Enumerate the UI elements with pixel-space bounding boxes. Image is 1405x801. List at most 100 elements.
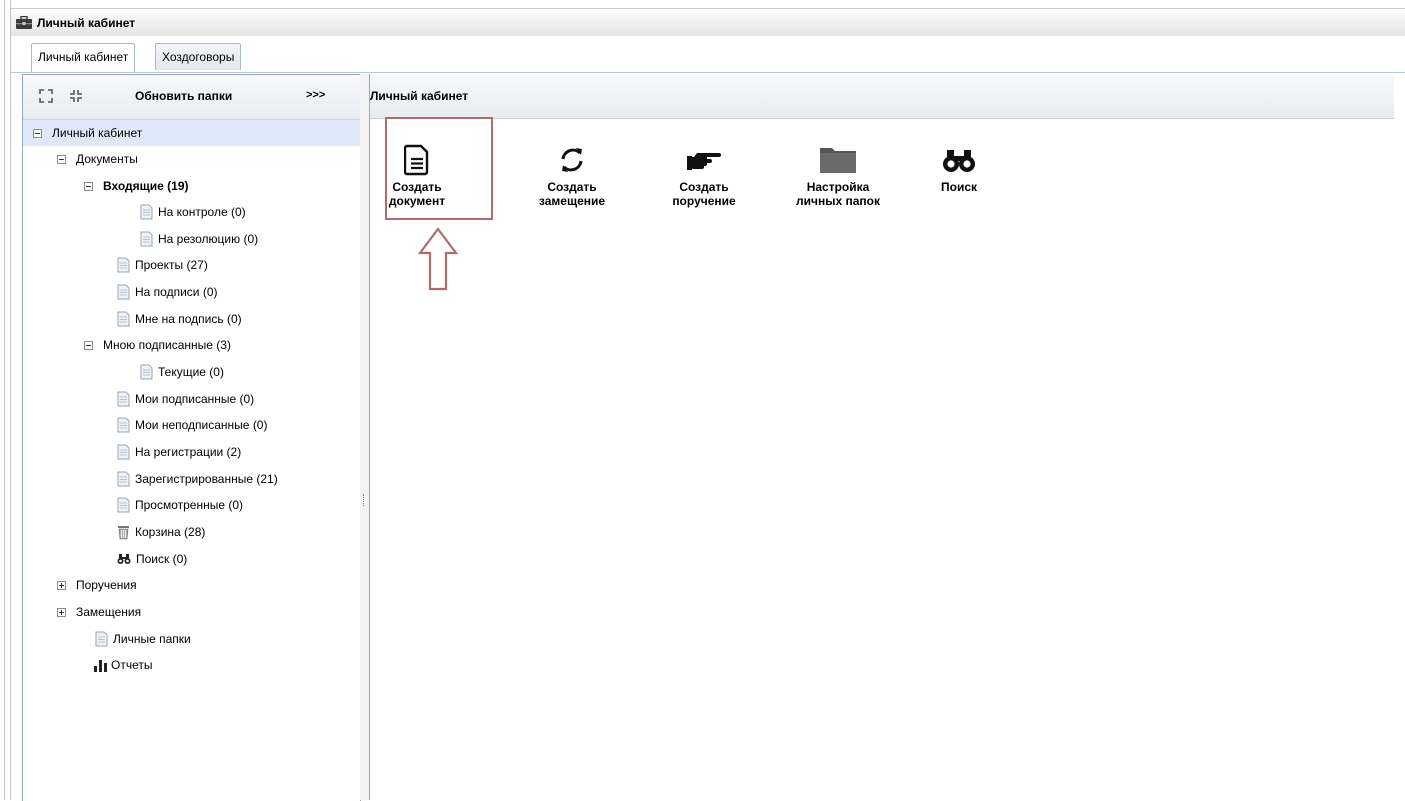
refresh-folders-button[interactable]: Обновить папки (135, 89, 232, 103)
action-label-line2: документ (388, 194, 446, 208)
tree-node-documents[interactable]: Документы (57, 148, 138, 170)
tree-label: На резолюцию (0) (158, 232, 259, 246)
tree-label: Мною подписанные (3) (103, 338, 231, 352)
action-label-line2: поручение (672, 194, 736, 208)
tree-node-trash[interactable]: Корзина (28) (117, 521, 205, 543)
splitter-grip[interactable] (363, 494, 367, 506)
tree-label: Проекты (27) (135, 258, 208, 272)
trash-icon (118, 526, 129, 540)
tree-label: Мне на подпись (0) (135, 312, 242, 326)
refresh-icon (561, 148, 583, 172)
tree-node-assignments[interactable]: Поручения (57, 574, 137, 596)
tree-label: Входящие (19) (103, 179, 189, 193)
expand-toggle-icon[interactable] (57, 580, 66, 590)
search-button[interactable]: Поиск (934, 144, 984, 194)
document-icon (117, 311, 130, 327)
tree-label: На регистрации (2) (135, 445, 242, 459)
document-icon (117, 497, 130, 513)
action-label-line1: Создать (392, 180, 442, 194)
tree-node-for-my-signature[interactable]: Мне на подпись (0) (117, 308, 242, 330)
main-header: Личный кабинет (370, 74, 1394, 119)
action-label-line2: личных папок (796, 194, 880, 208)
tree-label: Документы (76, 152, 138, 166)
document-icon (95, 631, 108, 647)
tree-node-signed-by-me[interactable]: Мною подписанные (3) (84, 334, 231, 356)
tree-node-reports[interactable]: Отчеты (93, 654, 152, 676)
document-icon (140, 364, 153, 380)
document-icon (117, 417, 130, 433)
tree-label: Зарегистрированные (21) (135, 472, 278, 486)
expand-toggle-icon[interactable] (57, 607, 66, 617)
up-arrow-icon (418, 227, 458, 291)
expand-all-icon[interactable] (39, 89, 53, 103)
action-label: Поиск (940, 180, 977, 194)
bar-chart-icon (94, 660, 107, 672)
tree-label: Замещения (76, 605, 142, 619)
folders-toolbar: Обновить папки >>> (23, 75, 360, 120)
left-edge (0, 0, 11, 800)
tree-label: На подписи (0) (135, 285, 218, 299)
tree-node-on-signing[interactable]: На подписи (0) (117, 281, 218, 303)
collapse-all-icon[interactable] (69, 89, 83, 103)
tree-node-on-registration[interactable]: На регистрации (2) (117, 441, 241, 463)
main-title: Личный кабинет (370, 89, 469, 103)
tab-personal-cabinet[interactable]: Личный кабинет (31, 43, 136, 72)
briefcase-icon (16, 15, 32, 29)
document-icon (117, 257, 130, 273)
document-icon (117, 444, 130, 460)
tree-label: Личный кабинет (52, 126, 143, 140)
collapse-toggle-icon[interactable] (84, 340, 93, 350)
tree-label: Личные папки (113, 632, 191, 646)
document-icon (404, 144, 429, 176)
tree-node-personal-folders[interactable]: Личные папки (95, 628, 191, 650)
tree-label: Поиск (0) (136, 552, 188, 566)
document-icon (140, 204, 153, 220)
pointing-hand-icon (687, 153, 721, 170)
action-label-line1: Создать (547, 180, 597, 194)
tree-node-projects[interactable]: Проекты (27) (117, 254, 208, 276)
tree-label: Мои неподписанные (0) (135, 418, 268, 432)
tree-node-search[interactable]: Поиск (0) (117, 548, 187, 570)
action-label-line1: Создать (679, 180, 729, 194)
window-titlebar: Личный кабинет (11, 8, 1405, 37)
tree-label: Текущие (0) (158, 365, 224, 379)
binoculars-icon (943, 150, 975, 172)
tree-label: Поручения (76, 578, 137, 592)
action-label-line1: Настройка (806, 180, 870, 194)
binoculars-icon (117, 554, 131, 564)
action-label-line2: замещение (538, 194, 606, 208)
panel-splitter[interactable] (360, 74, 370, 800)
tree-node-my-unsigned[interactable]: Мои неподписанные (0) (117, 414, 267, 436)
expand-panel-button[interactable]: >>> (306, 89, 325, 101)
tree-node-on-control[interactable]: На контроле (0) (140, 201, 246, 223)
create-document-button[interactable]: Создать документ (382, 144, 452, 208)
document-icon (117, 391, 130, 407)
main-panel: Личный кабинет Создать документ Создать … (370, 74, 1394, 800)
create-substitution-button[interactable]: Создать замещение (534, 144, 610, 208)
create-assignment-button[interactable]: Создать поручение (666, 144, 742, 208)
tree-node-substitutions[interactable]: Замещения (57, 601, 141, 623)
folder-icon (820, 148, 856, 173)
collapse-toggle-icon[interactable] (84, 181, 93, 191)
tree-label: Мои подписанные (0) (135, 392, 255, 406)
tree-label: Корзина (28) (135, 525, 206, 539)
tree-node-viewed[interactable]: Просмотренные (0) (117, 494, 243, 516)
tree-node-registered[interactable]: Зарегистрированные (21) (117, 468, 278, 490)
tree-label: На контроле (0) (158, 205, 246, 219)
collapse-toggle-icon[interactable] (57, 154, 66, 164)
tab-contracts[interactable]: Хоздоговоры (155, 43, 242, 70)
tree-node-my-signed[interactable]: Мои подписанные (0) (117, 388, 254, 410)
personal-folder-settings-button[interactable]: Настройка личных папок (788, 144, 888, 208)
tree-node-current[interactable]: Текущие (0) (140, 361, 224, 383)
tree-node-root[interactable]: Личный кабинет (33, 122, 142, 144)
folders-panel: Обновить папки >>> Личный кабинет Докуме… (22, 74, 361, 801)
tree-node-incoming[interactable]: Входящие (19) (84, 175, 189, 197)
tab-bar: Личный кабинет Хоздоговоры (11, 36, 1405, 73)
document-icon (117, 284, 130, 300)
tree-label: Отчеты (111, 658, 153, 672)
tree-node-on-resolution[interactable]: На резолюцию (0) (140, 228, 258, 250)
tree-label: Просмотренные (0) (135, 498, 244, 512)
collapse-toggle-icon[interactable] (33, 128, 42, 138)
document-icon (140, 231, 153, 247)
window-title: Личный кабинет (37, 15, 136, 30)
